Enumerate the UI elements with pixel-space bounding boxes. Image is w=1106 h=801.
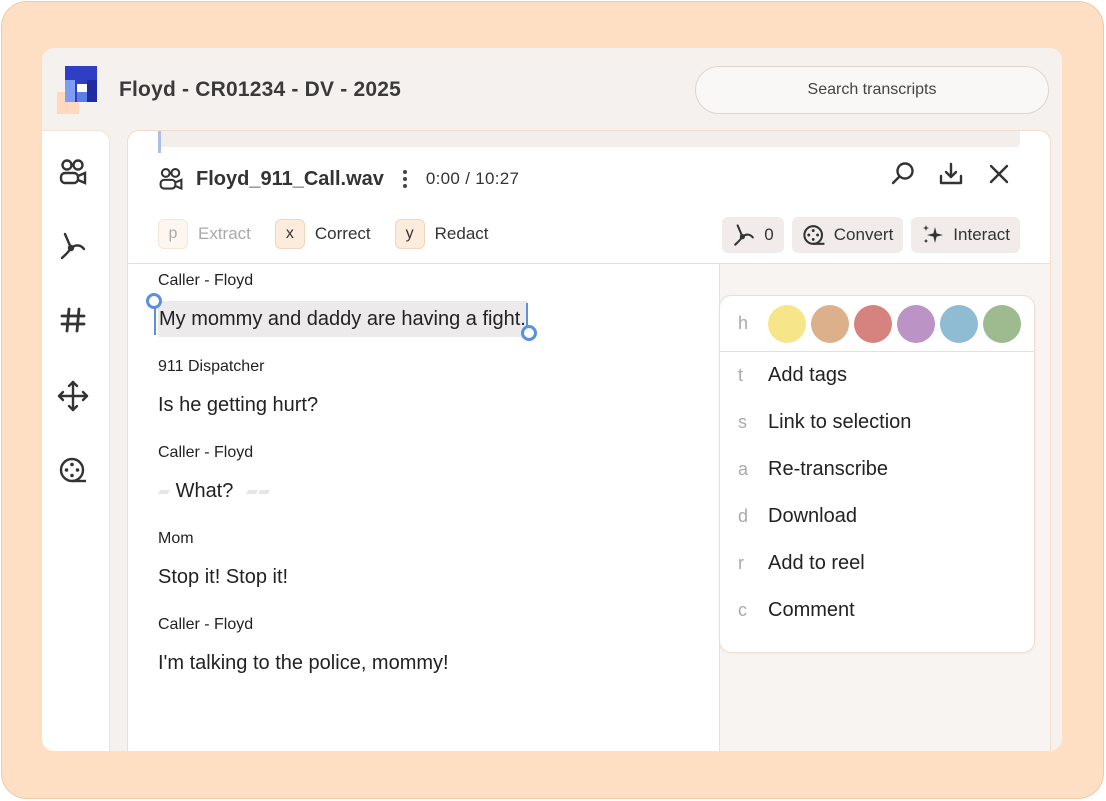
transcript-text[interactable]: Stop it! Stop it! (158, 559, 698, 595)
speaker-label: Caller - Floyd (158, 272, 254, 289)
menu-item-comment[interactable]: c Comment (720, 587, 1034, 634)
menu-item-label: Re-transcribe (768, 458, 889, 480)
file-header: Floyd_911_Call.wav 0:00 / 10:27 (158, 163, 519, 195)
sidebar-item-speakers[interactable] (56, 155, 90, 189)
close-icon (989, 164, 1009, 184)
color-swatch-yellow[interactable] (768, 304, 806, 343)
transcript-text[interactable]: My mommy and daddy are having a fight. (159, 308, 526, 330)
selection-context-menu: h t Add tags s Link to selection a Re-tr… (719, 295, 1035, 653)
clips-button[interactable]: 0 (722, 217, 784, 253)
sparkle-icon (923, 225, 944, 243)
app-logo (57, 66, 97, 114)
shortcut-key: y (394, 219, 425, 249)
transcript-text[interactable]: I'm talking to the police, mommy! (158, 645, 698, 681)
shortcut-key: d (738, 506, 749, 526)
speaker-label: Caller - Floyd (158, 616, 254, 633)
close-button[interactable] (986, 161, 1012, 187)
transcript-segment: 911 Dispatcher Is he getting hurt? (158, 357, 698, 423)
search-icon (891, 162, 914, 185)
people-video-icon (159, 167, 183, 191)
mode-toolbar: p Extract x Correct y Redact (158, 219, 489, 249)
inaudible-marker (157, 489, 171, 494)
sidebar-item-tags[interactable] (56, 303, 90, 337)
mode-redact[interactable]: y Redact (394, 219, 489, 249)
speaker-label: 911 Dispatcher (158, 358, 265, 375)
sidebar-item-clips[interactable] (56, 229, 90, 263)
clip-count: 0 (764, 225, 774, 244)
sidebar-item-reels[interactable] (56, 453, 90, 487)
move-arrows-icon (57, 380, 89, 412)
mode-label: Extract (198, 224, 251, 243)
shortcut-key: a (738, 459, 749, 479)
sidebar-item-move[interactable] (56, 379, 90, 413)
transcript-segment: Caller - Floyd I'm talking to the police… (158, 615, 698, 681)
shortcut-key: r (738, 553, 744, 573)
app-window: Floyd - CR01234 - DV - 2025 Search trans… (42, 48, 1062, 751)
menu-item-add-tags[interactable]: t Add tags (720, 352, 1034, 399)
menu-item-re-transcribe[interactable]: a Re-transcribe (720, 446, 1034, 493)
page-title: Floyd - CR01234 - DV - 2025 (119, 78, 401, 101)
more-options-icon[interactable] (398, 170, 412, 188)
color-swatch-tan[interactable] (811, 304, 849, 343)
tool-toolbar: 0 Convert Interact (722, 217, 1020, 253)
speaker-label: Caller - Floyd (158, 444, 254, 461)
file-name: Floyd_911_Call.wav (196, 167, 384, 190)
shortcut-key: p (158, 219, 188, 249)
transcript-text-selected[interactable]: My mommy and daddy are having a fight. (146, 293, 537, 341)
download-icon (939, 162, 963, 185)
menu-item-label: Add to reel (768, 552, 865, 574)
film-reel-icon (803, 225, 825, 245)
menu-item-link-to-selection[interactable]: s Link to selection (720, 399, 1034, 446)
convert-button[interactable]: Convert (791, 217, 904, 253)
highlight-colors: h (720, 296, 1034, 352)
transcript-text[interactable]: Is he getting hurt? (158, 387, 698, 423)
inaudible-marker (257, 489, 271, 494)
transcript-segment: Caller - Floyd What? (157, 443, 698, 509)
menu-item-label: Add tags (768, 364, 847, 386)
menu-item-label: Comment (768, 599, 855, 621)
selection-caret-start (154, 305, 156, 335)
shortcut-key: t (738, 365, 744, 385)
playback-time: 0:00 / 10:27 (425, 169, 520, 188)
sidebar (42, 130, 110, 751)
selection-handle-start[interactable] (146, 293, 162, 309)
clip-icon (734, 224, 755, 246)
selection-handle-end[interactable] (520, 325, 537, 341)
inaudible-marker (245, 489, 259, 494)
search-button[interactable] (890, 161, 916, 187)
download-button[interactable] (938, 161, 964, 187)
menu-item-label: Download (768, 505, 857, 527)
mode-extract[interactable]: p Extract (158, 219, 251, 249)
interact-button[interactable]: Interact (911, 217, 1020, 253)
convert-label: Convert (833, 225, 894, 244)
film-reel-icon (59, 457, 86, 483)
speaker-label: Mom (158, 530, 194, 547)
shortcut-key: h (738, 313, 749, 333)
shortcut-key: x (274, 219, 305, 249)
color-swatch-red[interactable] (854, 304, 892, 343)
header-actions (890, 161, 1012, 187)
mode-label: Redact (434, 224, 489, 243)
shortcut-key: c (738, 600, 747, 620)
search-input[interactable]: Search transcripts (695, 66, 1049, 114)
transcript-segment: Caller - Floyd My mommy and daddy are ha… (146, 271, 698, 341)
people-video-icon (59, 159, 87, 185)
transcript-line[interactable]: What? (157, 473, 698, 509)
color-swatch-purple[interactable] (897, 304, 935, 343)
color-swatch-blue[interactable] (940, 304, 978, 343)
waveform-strip (158, 131, 1020, 153)
transcript-text[interactable]: What? (176, 480, 234, 502)
transcript-list: Caller - Floyd My mommy and daddy are ha… (146, 271, 698, 701)
hashtag-icon (60, 307, 86, 333)
color-swatch-green[interactable] (983, 304, 1021, 343)
menu-item-add-to-reel[interactable]: r Add to reel (720, 540, 1034, 587)
clip-icon (60, 232, 86, 260)
interact-label: Interact (953, 225, 1010, 244)
menu-item-label: Link to selection (768, 411, 912, 433)
shortcut-key: s (738, 412, 747, 432)
menu-item-download[interactable]: d Download (720, 493, 1034, 540)
mode-correct[interactable]: x Correct (274, 219, 371, 249)
mode-label: Correct (314, 224, 371, 243)
transcript-segment: Mom Stop it! Stop it! (158, 529, 698, 595)
